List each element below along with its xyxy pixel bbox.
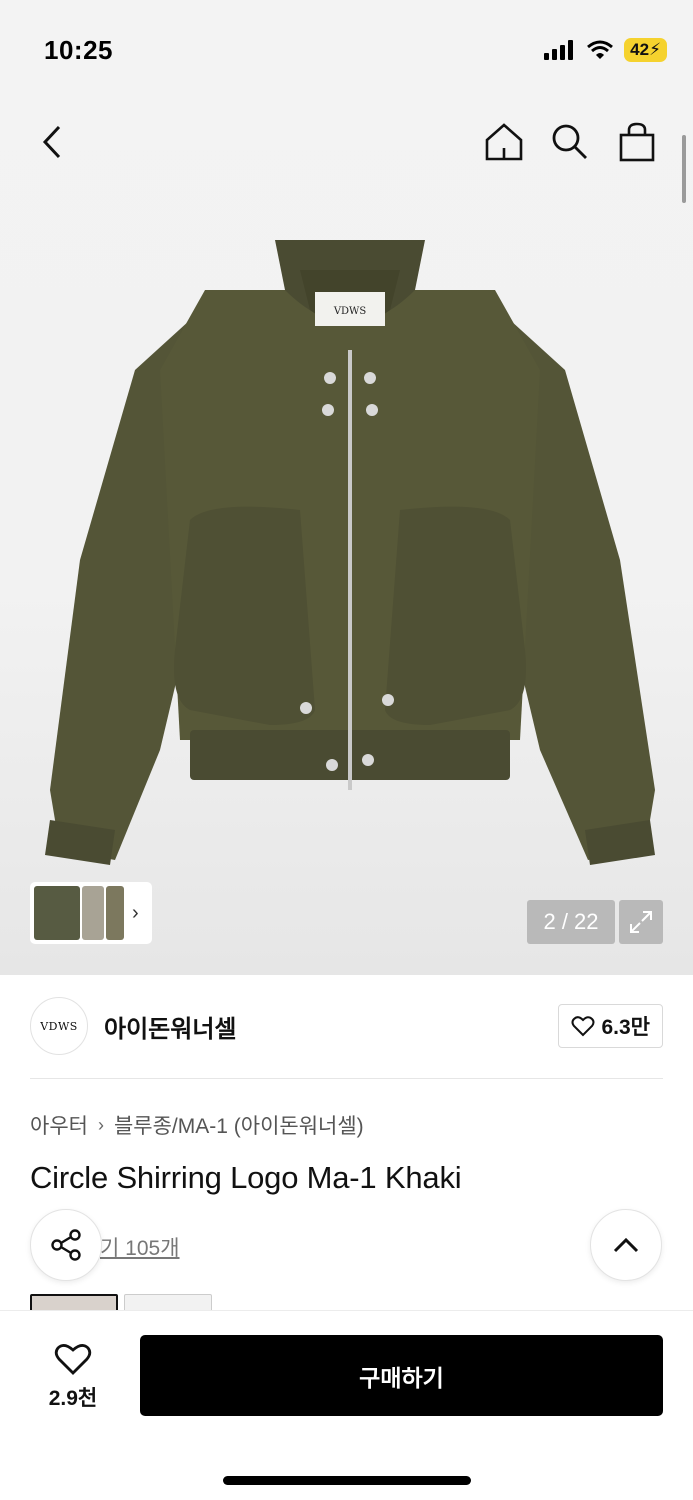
thumbnail-image[interactable]	[106, 886, 124, 940]
expand-button[interactable]	[619, 900, 663, 944]
brand-logo[interactable]: VDWS	[30, 997, 88, 1055]
chevron-up-icon	[613, 1237, 639, 1253]
jacket-brand-label: VDWS	[333, 306, 367, 317]
brand-like-button[interactable]: 6.3만	[558, 1004, 663, 1048]
home-icon	[485, 123, 523, 161]
breadcrumb-subcategory[interactable]: 블루종/MA-1 (아이돈워너셀)	[114, 1110, 364, 1140]
battery-level: 42	[630, 40, 650, 59]
bottom-action-bar: 2.9천 구매하기	[0, 1310, 693, 1500]
breadcrumb-category[interactable]: 아우터	[30, 1110, 88, 1140]
wishlist-count: 2.9천	[48, 1387, 98, 1410]
thumbnail-image[interactable]	[34, 886, 80, 940]
product-title: Circle Shirring Logo Ma-1 Khaki	[30, 1160, 462, 1195]
search-button[interactable]	[546, 118, 594, 166]
back-button[interactable]	[28, 118, 76, 166]
brand-row[interactable]: VDWS 아이돈워너셀 6.3만	[30, 996, 663, 1056]
chevron-right-icon: ›	[132, 901, 139, 924]
home-indicator[interactable]	[223, 1476, 471, 1485]
chevron-right-icon: ›	[97, 1114, 104, 1135]
buy-button[interactable]: 구매하기	[140, 1335, 663, 1416]
wifi-icon	[587, 40, 614, 59]
home-button[interactable]	[480, 118, 528, 166]
heart-icon	[571, 1016, 595, 1037]
cart-icon	[619, 122, 655, 162]
back-icon	[42, 125, 61, 159]
thumbnail-strip[interactable]: ›	[30, 882, 152, 944]
cart-button[interactable]	[613, 118, 661, 166]
status-bar: 10:25 42⚡	[0, 0, 693, 100]
review-link[interactable]: 기 105개	[100, 1232, 180, 1262]
brand-name[interactable]: 아이돈워너셀	[104, 1009, 236, 1044]
share-button[interactable]	[30, 1209, 102, 1281]
share-icon	[51, 1229, 81, 1261]
top-navigation	[0, 110, 693, 174]
product-image: VDWS	[45, 240, 655, 865]
expand-icon	[630, 911, 652, 933]
breadcrumb: 아우터 › 블루종/MA-1 (아이돈워너셀)	[30, 1110, 364, 1140]
signal-icon	[544, 40, 574, 60]
image-pager: 2 / 22	[527, 900, 615, 944]
scroll-top-button[interactable]	[590, 1209, 662, 1281]
status-time: 10:25	[44, 34, 113, 65]
thumbnail-image[interactable]	[82, 886, 104, 940]
brand-like-count: 6.3만	[601, 1016, 650, 1039]
search-icon	[552, 124, 587, 159]
wishlist-button[interactable]: 2.9천	[30, 1337, 116, 1417]
battery-icon: 42⚡	[624, 38, 667, 62]
heart-icon	[54, 1344, 92, 1375]
divider	[30, 1078, 663, 1079]
